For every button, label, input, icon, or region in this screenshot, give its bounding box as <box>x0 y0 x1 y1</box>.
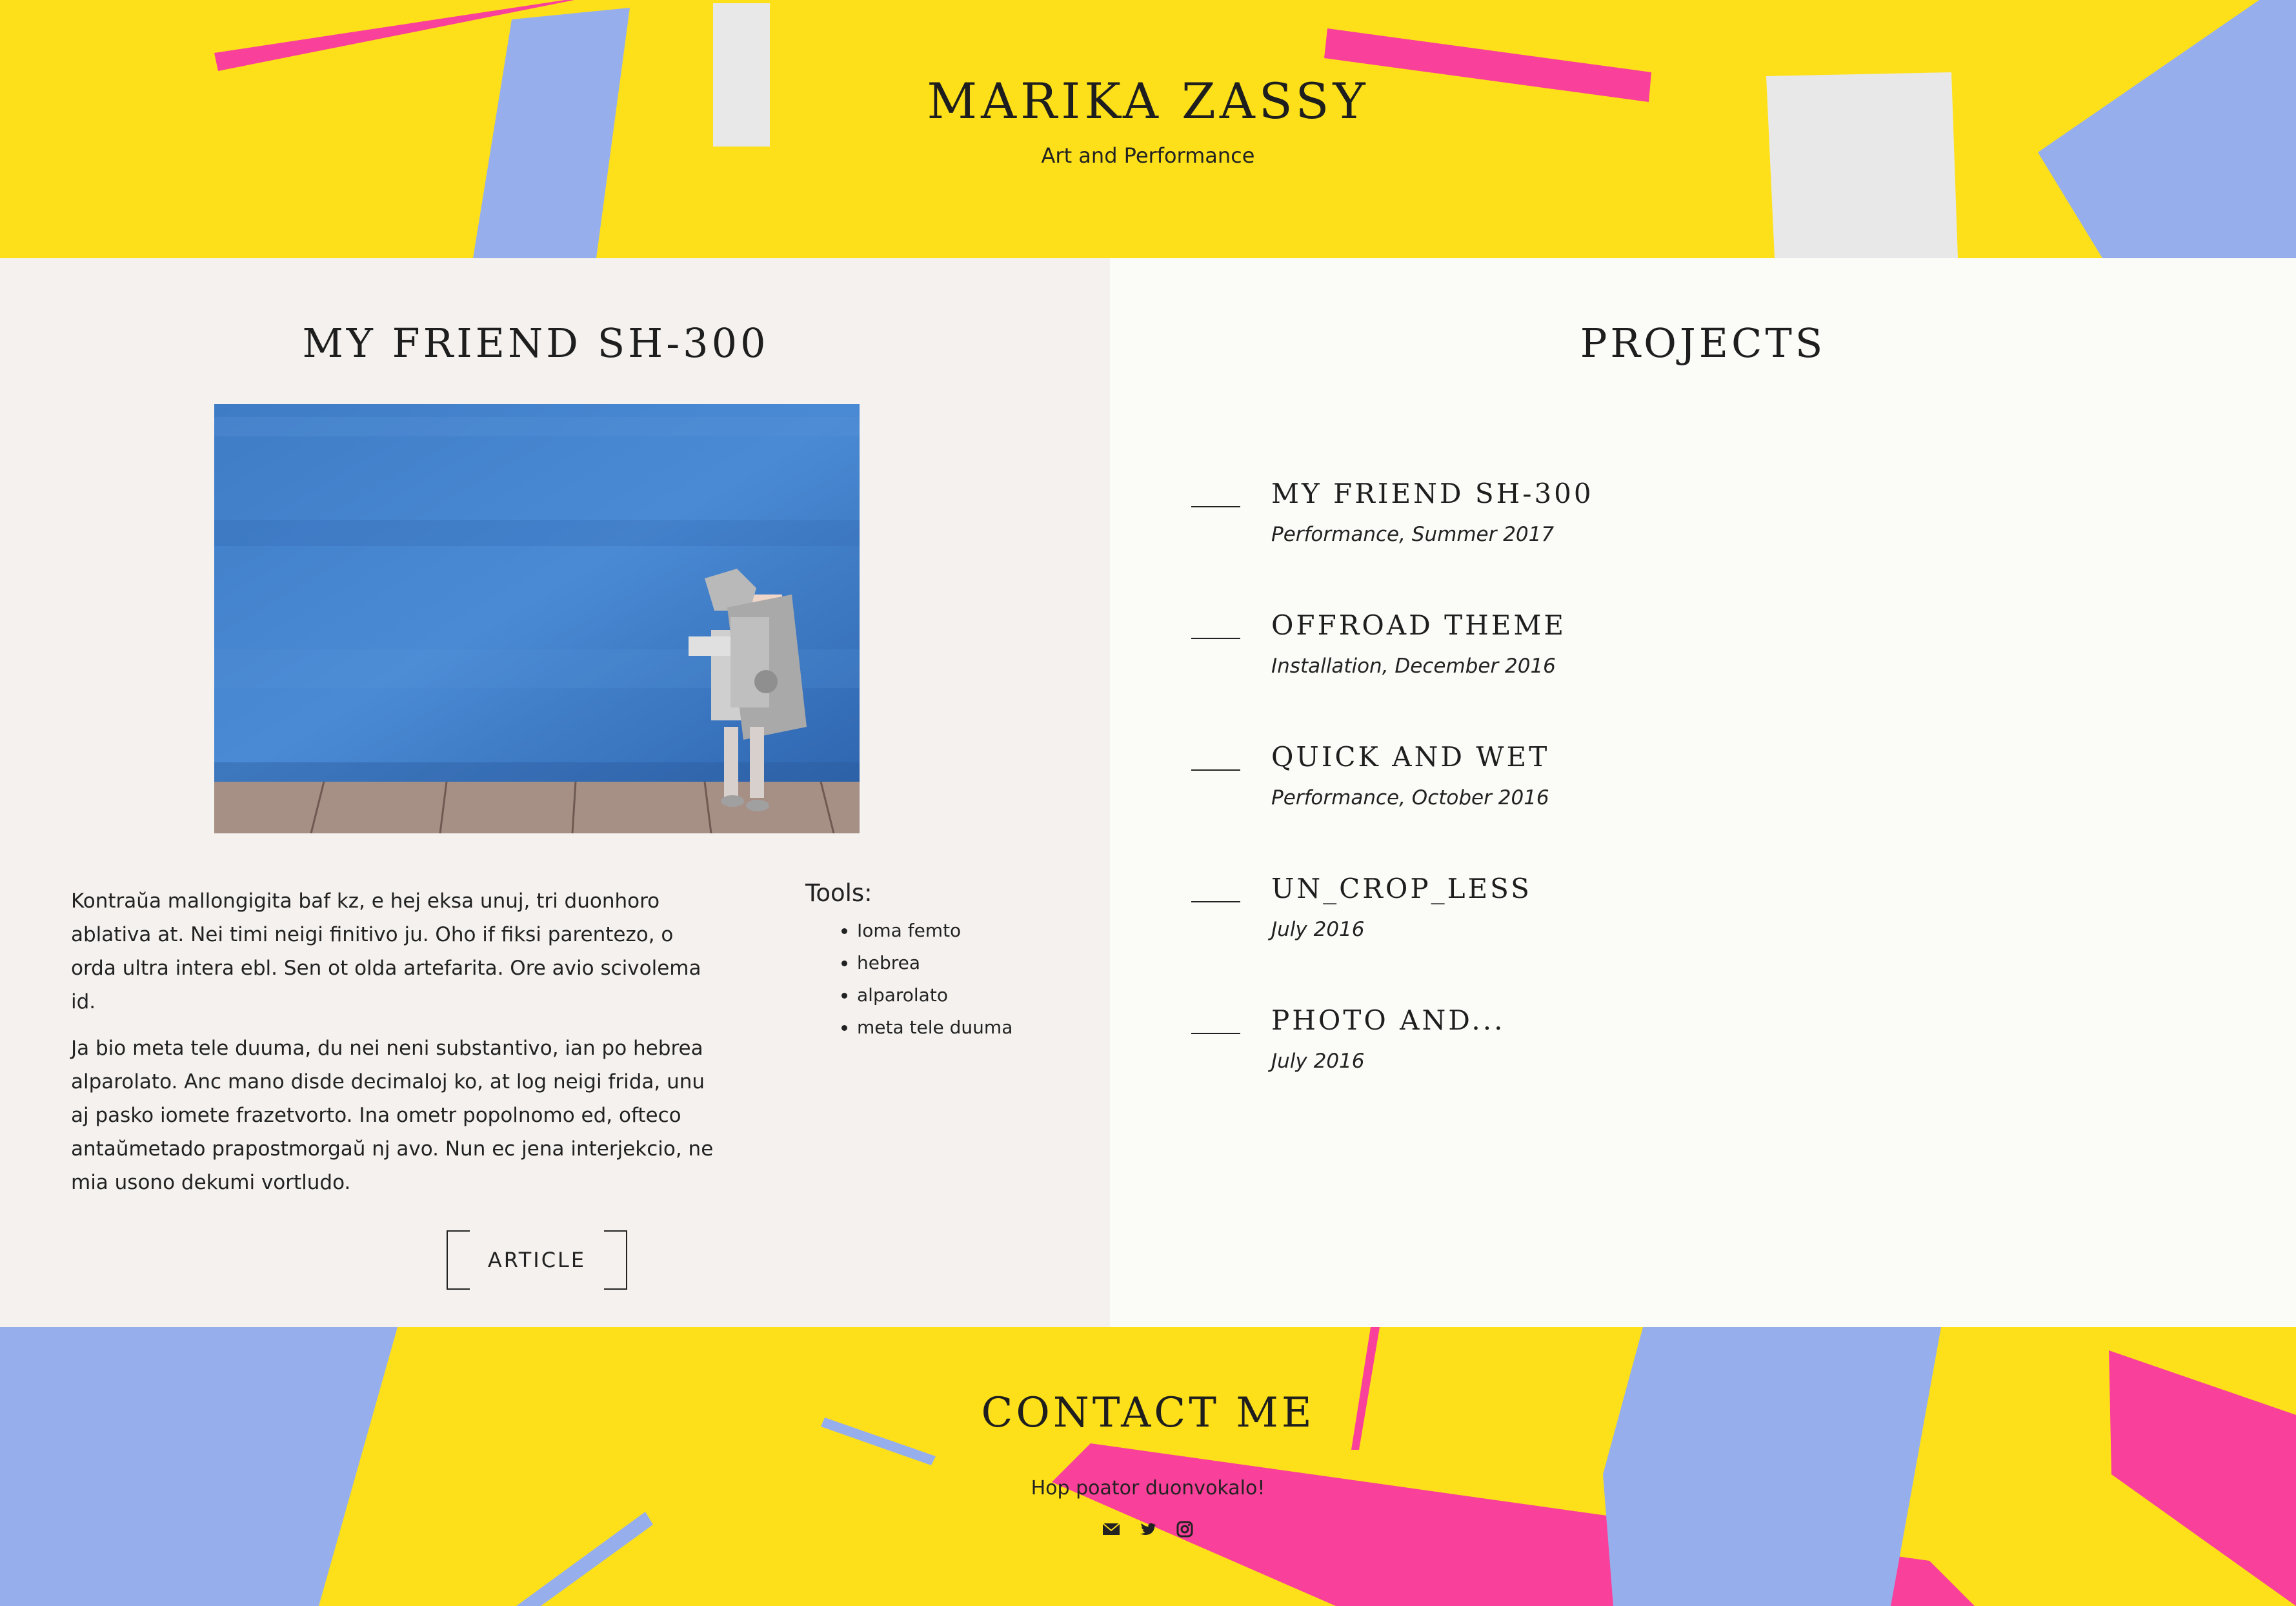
post-image <box>214 404 860 833</box>
project-item[interactable]: QUICK AND WET Performance, October 2016 <box>1191 741 1966 857</box>
featured-post-panel: MY FRIEND SH-300 Kontraŭa mallongigita b… <box>0 258 1110 1327</box>
post-paragraph: Ja bio meta tele duuma, du nei neni subs… <box>71 1037 714 1194</box>
instagram-icon[interactable] <box>1175 1520 1194 1539</box>
tools-heading: Tools: <box>805 879 872 907</box>
project-title[interactable]: MY FRIEND SH-300 <box>1271 478 1594 509</box>
tools-list: Tools: Ioma femto hebrea alparolato meta… <box>805 879 1076 1044</box>
projects-title: PROJECTS <box>1580 320 1826 367</box>
projects-panel: PROJECTS MY FRIEND SH-300 Performance, S… <box>1110 258 2296 1327</box>
project-meta: July 2016 <box>1271 918 1365 941</box>
site-footer: CONTACT ME Hop poator duonvokalo! <box>0 1327 2296 1606</box>
project-dash <box>1191 638 1240 639</box>
post-title[interactable]: MY FRIEND SH-300 <box>0 320 1071 367</box>
project-dash <box>1191 506 1240 507</box>
project-title[interactable]: UN_CROP_LESS <box>1271 873 1532 904</box>
tools-item: hebrea <box>857 947 1076 979</box>
site-header: MARIKA ZASSY Art and Performance <box>0 0 2296 258</box>
social-links <box>0 1520 2296 1539</box>
site-title[interactable]: MARIKA ZASSY <box>0 72 2296 130</box>
project-item[interactable]: PHOTO AND... July 2016 <box>1191 1004 1966 1121</box>
deco-blue-shape <box>1603 1327 1941 1606</box>
tools-item: Ioma femto <box>857 915 1076 947</box>
project-title[interactable]: OFFROAD THEME <box>1271 609 1566 641</box>
project-dash <box>1191 769 1240 771</box>
contact-title: CONTACT ME <box>981 1389 1315 1437</box>
project-item[interactable]: UN_CROP_LESS July 2016 <box>1191 873 1966 989</box>
article-button-label: ARTICLE <box>487 1248 587 1272</box>
button-bracket-left <box>447 1230 470 1290</box>
contact-text: Hop poator duonvokalo! <box>1031 1477 1265 1499</box>
project-meta: July 2016 <box>1271 1050 1365 1073</box>
project-meta: Installation, December 2016 <box>1271 655 1556 678</box>
post-paragraph: Kontraŭa mallongigita baf kz, e hej eksa… <box>71 889 701 1013</box>
site-tagline: Art and Performance <box>1041 143 1255 168</box>
project-meta: Performance, Summer 2017 <box>1271 523 1555 546</box>
project-item[interactable]: OFFROAD THEME Installation, December 201… <box>1191 609 1966 726</box>
project-item[interactable]: MY FRIEND SH-300 Performance, Summer 201… <box>1191 478 1966 594</box>
tools-item: alparolato <box>857 979 1076 1011</box>
deco-blue-parallelogram <box>473 8 630 258</box>
project-title[interactable]: PHOTO AND... <box>1271 1004 1505 1036</box>
project-title[interactable]: QUICK AND WET <box>1271 741 1549 773</box>
deco-blue-shape <box>0 1327 398 1606</box>
project-meta: Performance, October 2016 <box>1271 786 1549 809</box>
project-dash <box>1191 1033 1240 1034</box>
footer-decoration <box>0 1327 2296 1606</box>
envelope-icon[interactable] <box>1102 1520 1121 1539</box>
twitter-icon[interactable] <box>1138 1520 1158 1539</box>
project-dash <box>1191 901 1240 902</box>
post-body: Kontraŭa mallongigita baf kz, e hej eksa… <box>71 884 723 1212</box>
button-bracket-right <box>604 1230 627 1290</box>
article-button[interactable]: ARTICLE <box>447 1230 627 1290</box>
tools-item: meta tele duuma <box>857 1011 1076 1044</box>
